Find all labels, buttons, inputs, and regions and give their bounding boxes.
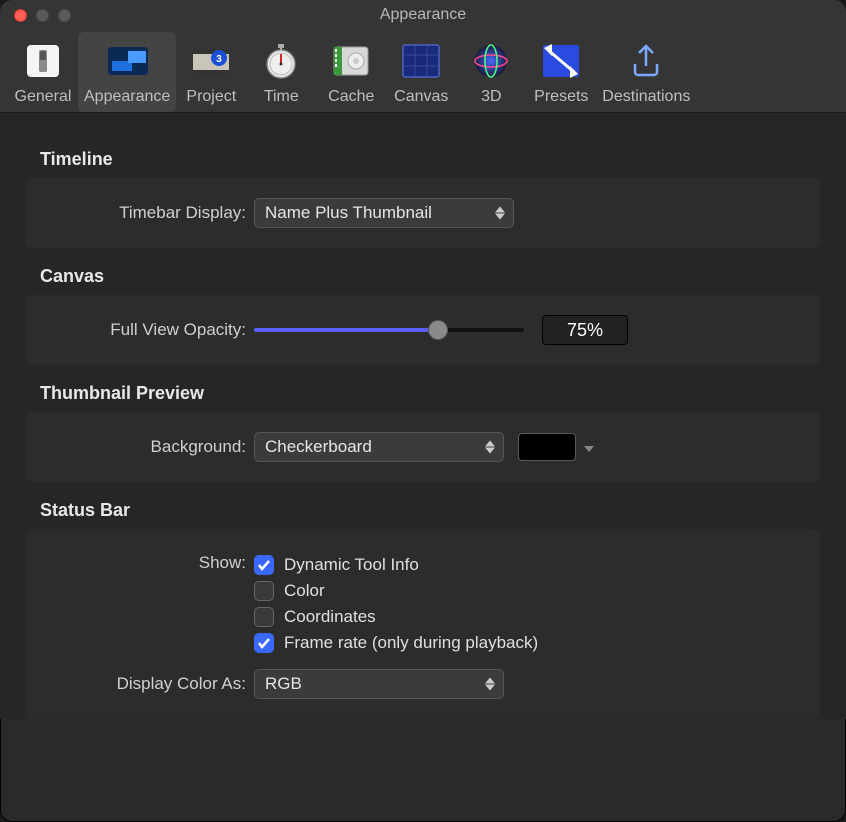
show-options-stack: Dynamic Tool Info Color Coordinates xyxy=(254,549,538,659)
checkbox-frame-rate[interactable] xyxy=(254,633,274,653)
window-controls xyxy=(14,9,71,22)
tab-label: Destinations xyxy=(602,88,690,106)
option-coordinates: Coordinates xyxy=(254,607,538,627)
tab-label: Project xyxy=(186,88,236,106)
chevron-updown-icon xyxy=(483,441,497,454)
tab-project[interactable]: 3 Project xyxy=(176,32,246,112)
canvas-icon xyxy=(400,40,442,82)
checkbox-dynamic-tool-info[interactable] xyxy=(254,555,274,575)
timebar-display-label: Timebar Display: xyxy=(44,203,254,223)
opacity-value-field[interactable]: 75% xyxy=(542,315,628,345)
preferences-toolbar: General Appearance 3 Project Time Cache xyxy=(0,30,846,113)
panel-statusbar: Show: Dynamic Tool Info Color xyxy=(26,529,820,719)
chevron-down-icon[interactable] xyxy=(584,437,594,457)
tab-label: Appearance xyxy=(84,88,170,106)
tab-label: General xyxy=(15,88,72,106)
cache-icon xyxy=(330,40,372,82)
tab-destinations[interactable]: Destinations xyxy=(596,32,696,112)
background-label: Background: xyxy=(44,437,254,457)
section-title-statusbar: Status Bar xyxy=(40,500,820,521)
background-color-well[interactable] xyxy=(518,433,576,461)
select-value: Checkerboard xyxy=(265,437,372,457)
tab-label: Cache xyxy=(328,88,374,106)
3d-icon xyxy=(470,40,512,82)
option-frame-rate: Frame rate (only during playback) xyxy=(254,633,538,653)
panel-thumbnail: Background: Checkerboard xyxy=(26,412,820,482)
slider-thumb[interactable] xyxy=(428,320,448,340)
general-icon xyxy=(22,40,64,82)
close-window-button[interactable] xyxy=(14,9,27,22)
window-title: Appearance xyxy=(380,6,466,24)
panel-canvas: Full View Opacity: 75% xyxy=(26,295,820,365)
select-value: RGB xyxy=(265,674,302,694)
checkbox-color[interactable] xyxy=(254,581,274,601)
tab-presets[interactable]: Presets xyxy=(526,32,596,112)
display-color-label: Display Color As: xyxy=(44,674,254,694)
tab-general[interactable]: General xyxy=(8,32,78,112)
zoom-window-button[interactable] xyxy=(58,9,71,22)
tab-canvas[interactable]: Canvas xyxy=(386,32,456,112)
select-value: Name Plus Thumbnail xyxy=(265,203,432,223)
option-color: Color xyxy=(254,581,538,601)
section-title-timeline: Timeline xyxy=(40,149,820,170)
tab-cache[interactable]: Cache xyxy=(316,32,386,112)
opacity-label: Full View Opacity: xyxy=(44,320,254,340)
panel-timeline: Timebar Display: Name Plus Thumbnail xyxy=(26,178,820,248)
preferences-window: Appearance General Appearance 3 Project xyxy=(0,0,846,822)
tab-label: Time xyxy=(264,88,299,106)
checkbox-coordinates[interactable] xyxy=(254,607,274,627)
display-color-select[interactable]: RGB xyxy=(254,669,504,699)
background-select[interactable]: Checkerboard xyxy=(254,432,504,462)
section-title-thumbnail: Thumbnail Preview xyxy=(40,383,820,404)
checkbox-label: Coordinates xyxy=(284,607,376,627)
time-icon xyxy=(260,40,302,82)
opacity-slider[interactable] xyxy=(254,328,524,332)
minimize-window-button[interactable] xyxy=(36,9,49,22)
checkbox-label: Frame rate (only during playback) xyxy=(284,633,538,653)
destinations-icon xyxy=(625,40,667,82)
tab-3d[interactable]: 3D xyxy=(456,32,526,112)
tab-time[interactable]: Time xyxy=(246,32,316,112)
slider-fill xyxy=(254,328,438,332)
appearance-icon xyxy=(106,40,148,82)
chevron-updown-icon xyxy=(483,678,497,691)
tab-label: 3D xyxy=(481,88,501,106)
chevron-updown-icon xyxy=(493,207,507,220)
section-title-canvas: Canvas xyxy=(40,266,820,287)
presets-icon xyxy=(540,40,582,82)
project-icon: 3 xyxy=(190,40,232,82)
checkbox-label: Color xyxy=(284,581,325,601)
svg-text:3: 3 xyxy=(217,54,223,65)
timebar-display-select[interactable]: Name Plus Thumbnail xyxy=(254,198,514,228)
checkbox-label: Dynamic Tool Info xyxy=(284,555,419,575)
tab-label: Presets xyxy=(534,88,588,106)
show-label: Show: xyxy=(44,549,254,573)
tab-label: Canvas xyxy=(394,88,448,106)
tab-appearance[interactable]: Appearance xyxy=(78,32,176,112)
titlebar: Appearance xyxy=(0,0,846,30)
option-dynamic-tool-info: Dynamic Tool Info xyxy=(254,555,538,575)
content-area: Timeline Timebar Display: Name Plus Thum… xyxy=(0,113,846,719)
